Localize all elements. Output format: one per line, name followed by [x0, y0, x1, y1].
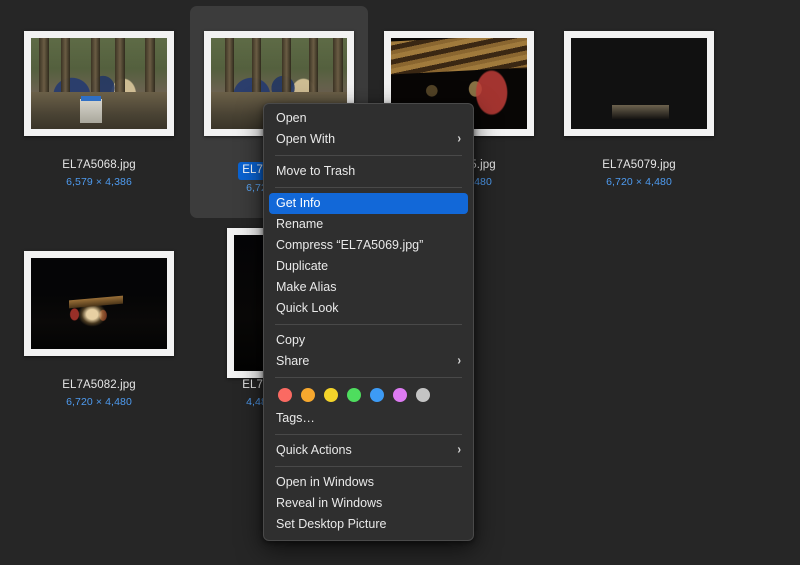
file-dimensions-3: 6,720 × 4,480	[606, 175, 672, 188]
menu-separator	[275, 466, 462, 467]
file-item-0[interactable]: EL7A5068.jpg 6,579 × 4,386	[10, 6, 188, 218]
menu-item-quick-actions[interactable]: Quick Actions ›	[264, 440, 473, 461]
tag-dot-red[interactable]	[278, 388, 292, 402]
menu-item-label: Quick Look	[276, 301, 339, 315]
menu-item-open[interactable]: Open	[264, 108, 473, 129]
chevron-right-icon: ›	[457, 443, 461, 457]
file-meta-0: EL7A5068.jpg 6,579 × 4,386	[62, 158, 135, 189]
tag-dot-green[interactable]	[347, 388, 361, 402]
menu-item-label: Copy	[276, 333, 306, 347]
menu-item-reveal-in-windows[interactable]: Reveal in Windows	[264, 493, 473, 514]
menu-item-label: Share	[276, 354, 310, 368]
menu-item-quick-look[interactable]: Quick Look	[264, 298, 473, 319]
menu-item-open-with[interactable]: Open With ›	[264, 129, 473, 150]
menu-item-duplicate[interactable]: Duplicate	[264, 256, 473, 277]
file-meta-4: EL7A5082.jpg 6,720 × 4,480	[62, 378, 135, 409]
menu-item-label: Reveal in Windows	[276, 496, 383, 510]
tag-dot-purple[interactable]	[393, 388, 407, 402]
menu-item-open-in-windows[interactable]: Open in Windows	[264, 472, 473, 493]
file-meta-3: EL7A5079.jpg 6,720 × 4,480	[602, 158, 675, 189]
file-name-4: EL7A5082.jpg	[62, 379, 136, 391]
menu-item-label: Rename	[276, 217, 324, 231]
menu-item-label: Move to Trash	[276, 164, 356, 178]
menu-item-label: Make Alias	[276, 280, 337, 294]
menu-separator	[275, 155, 462, 156]
menu-item-rename[interactable]: Rename	[264, 214, 473, 235]
tag-dot-gray[interactable]	[416, 388, 430, 402]
menu-item-label: Duplicate	[276, 259, 329, 273]
tag-dot-orange[interactable]	[301, 388, 315, 402]
context-menu[interactable]: Open Open With › Move to Trash Get Info …	[263, 103, 474, 541]
menu-item-label: Tags…	[276, 411, 315, 425]
tag-color-row[interactable]	[264, 383, 473, 408]
menu-item-label: Compress “EL7A5069.jpg”	[276, 238, 424, 252]
menu-item-compress[interactable]: Compress “EL7A5069.jpg”	[264, 235, 473, 256]
menu-separator	[275, 187, 462, 188]
menu-item-copy[interactable]: Copy	[264, 330, 473, 351]
menu-item-get-info[interactable]: Get Info	[269, 193, 468, 214]
tag-dot-yellow[interactable]	[324, 388, 338, 402]
menu-item-label: Set Desktop Picture	[276, 517, 387, 531]
menu-item-make-alias[interactable]: Make Alias	[264, 277, 473, 298]
file-dimensions-4: 6,720 × 4,480	[66, 395, 132, 408]
menu-separator	[275, 324, 462, 325]
menu-item-set-desktop-picture[interactable]: Set Desktop Picture	[264, 514, 473, 535]
chevron-right-icon: ›	[457, 132, 461, 146]
menu-item-label: Open in Windows	[276, 475, 374, 489]
file-thumbnail-0[interactable]	[10, 6, 188, 156]
menu-item-label: Quick Actions	[276, 443, 352, 457]
chevron-right-icon: ›	[457, 354, 461, 368]
file-name-3: EL7A5079.jpg	[602, 159, 676, 171]
menu-separator	[275, 377, 462, 378]
menu-item-move-to-trash[interactable]: Move to Trash	[264, 161, 473, 182]
menu-item-label: Get Info	[276, 196, 321, 210]
file-item-4[interactable]: EL7A5082.jpg 6,720 × 4,480	[10, 226, 188, 438]
file-name-0: EL7A5068.jpg	[62, 159, 136, 171]
menu-item-tags[interactable]: Tags…	[264, 408, 473, 429]
menu-item-label: Open With	[276, 132, 336, 146]
tag-dot-blue[interactable]	[370, 388, 384, 402]
file-thumbnail-3[interactable]	[550, 6, 728, 156]
file-dimensions-0: 6,579 × 4,386	[66, 175, 132, 188]
menu-item-label: Open	[276, 111, 307, 125]
menu-item-share[interactable]: Share ›	[264, 351, 473, 372]
file-thumbnail-4[interactable]	[10, 226, 188, 376]
menu-separator	[275, 434, 462, 435]
file-item-3[interactable]: EL7A5079.jpg 6,720 × 4,480	[550, 6, 728, 218]
